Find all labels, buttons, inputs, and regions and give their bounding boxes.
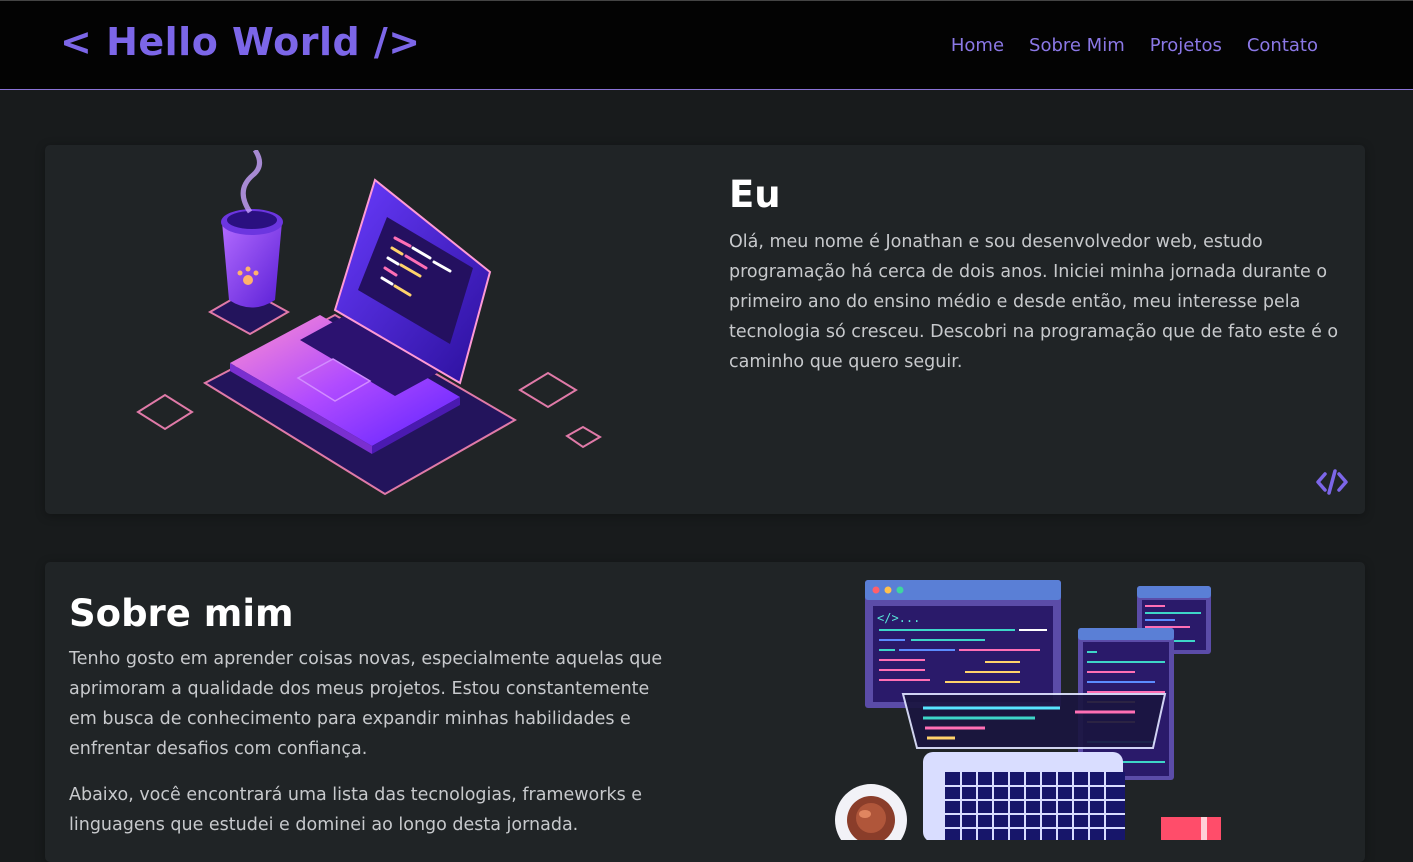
dev-workspace-illustration: </>... (835, 580, 1221, 840)
site-logo[interactable]: < Hello World /> (60, 20, 421, 64)
navbar: < Hello World /> Home Sobre Mim Projetos… (0, 0, 1413, 90)
eu-card: Eu Olá, meu nome é Jonathan e sou desenv… (45, 145, 1365, 514)
sobre-card: Sobre mim Tenho gosto em aprender coisas… (45, 562, 1365, 862)
nav-link-projetos[interactable]: Projetos (1150, 35, 1222, 56)
code-label: </>... (877, 611, 920, 625)
code-icon[interactable] (1315, 468, 1349, 496)
eu-description: Olá, meu nome é Jonathan e sou desenvolv… (729, 232, 1339, 372)
nav-link-sobre-mim[interactable]: Sobre Mim (1029, 35, 1125, 56)
sobre-paragraph-2: Abaixo, você encontrará uma lista das te… (69, 785, 643, 835)
nav-link-contato[interactable]: Contato (1247, 35, 1318, 56)
eu-title: Eu (729, 173, 781, 216)
nav-menu: Home Sobre Mim Projetos Contato (951, 35, 1318, 56)
laptop-illustration (136, 150, 602, 496)
sobre-paragraph-1: Tenho gosto em aprender coisas novas, es… (69, 649, 663, 759)
nav-link-home[interactable]: Home (951, 35, 1004, 56)
sobre-title: Sobre mim (69, 592, 294, 635)
